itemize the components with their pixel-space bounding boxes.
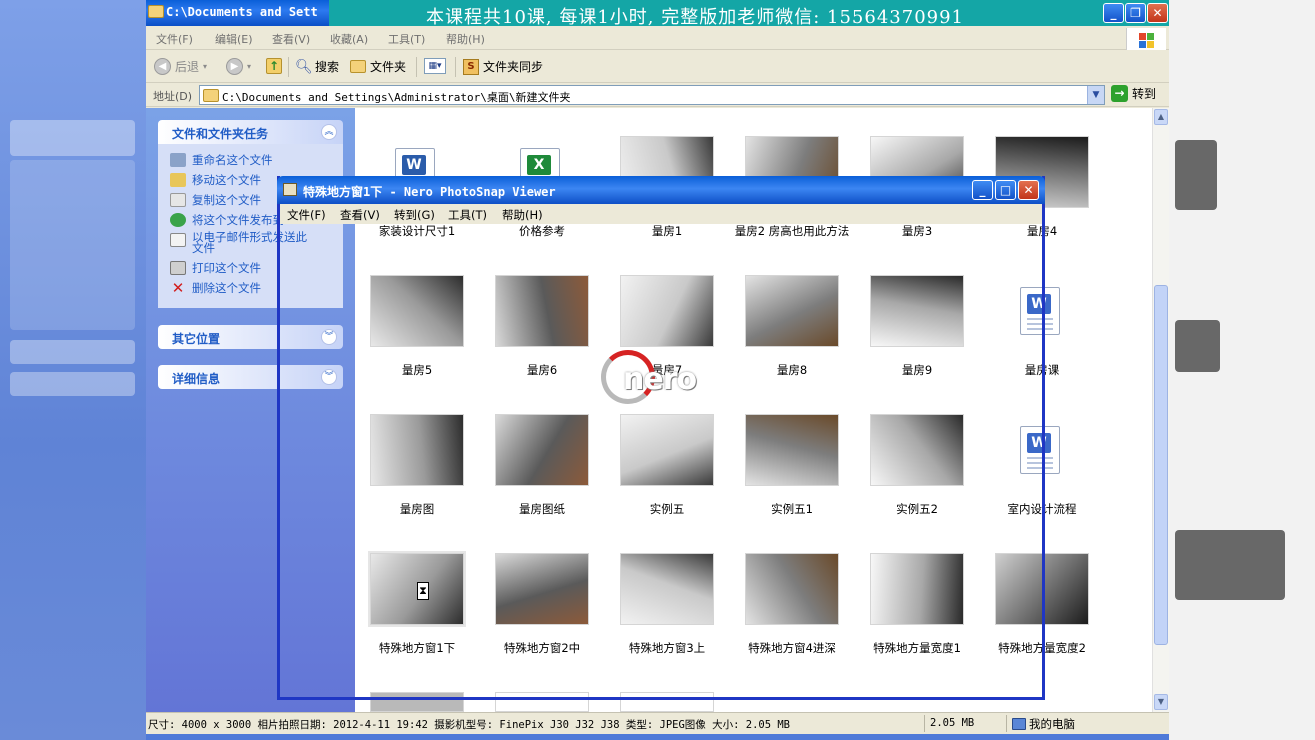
forward-arrow-icon: ▶ [226,58,243,75]
status-file-info: 尺寸: 4000 x 3000 相片拍照日期: 2012-4-11 19:42 … [148,719,791,731]
details-title: 详细信息 [172,372,221,386]
forward-button[interactable]: ▶ ▾ [226,58,251,75]
scroll-thumb[interactable] [1154,285,1168,645]
desktop-right [1169,0,1315,740]
nero-logo: nero [601,350,711,414]
minimize-button[interactable]: _ [1103,3,1124,23]
views-icon: ▦▾ [424,58,446,74]
back-label: 后退 [175,60,200,74]
my-computer-icon [1012,718,1026,730]
file-tasks-header[interactable]: 文件和文件夹任务 ︽ [158,120,343,144]
views-button[interactable]: ▦▾ [424,58,446,74]
up-folder-icon: ↑ [266,58,282,74]
task-rename[interactable]: 重命名这个文件 [170,152,343,172]
desktop-left [0,0,146,740]
folder-icon [148,5,164,18]
search-label: 搜索 [315,60,340,74]
vertical-scrollbar[interactable]: ▲ ▼ [1152,108,1169,712]
print-icon [170,261,186,275]
folder-sync-button[interactable]: S 文件夹同步 [463,58,543,75]
back-button[interactable]: ◀ 后退 ▾ [154,58,207,75]
bottom-strip [146,734,1169,740]
restore-button[interactable]: ❐ [1125,3,1146,23]
folders-button[interactable]: 文件夹 [350,58,406,75]
up-folder-button[interactable]: ↑ [266,58,282,74]
rename-icon [170,153,186,167]
globe-icon [170,213,186,227]
scroll-up-icon[interactable]: ▲ [1154,109,1168,125]
nero-titlebar[interactable]: 特殊地方窗1下 - Nero PhotoSnap Viewer _ □ ✕ [277,176,1045,204]
address-input[interactable]: C:\Documents and Settings\Administrator\… [199,85,1105,105]
nero-maximize-button[interactable]: □ [995,180,1016,200]
photosnap-icon [283,183,297,196]
menu-tools[interactable]: 工具(T) [388,31,425,47]
nero-title: 特殊地方窗1下 - Nero PhotoSnap Viewer [303,185,556,199]
go-button[interactable]: → 转到 [1111,85,1156,102]
task-label: 重命名这个文件 [192,153,273,167]
status-bar: 尺寸: 4000 x 3000 相片拍照日期: 2012-4-11 19:42 … [146,712,1169,734]
nero-logo-word: nero [623,362,697,397]
copy-icon [170,193,186,207]
sync-label: 文件夹同步 [483,60,544,74]
address-dropdown-icon[interactable]: ▼ [1087,86,1104,104]
go-label: 转到 [1132,87,1157,101]
menu-edit[interactable]: 编辑(E) [215,31,253,47]
menu-favorites[interactable]: 收藏(A) [330,31,368,47]
task-label: 复制这个文件 [192,193,261,207]
nero-minimize-button[interactable]: _ [972,180,993,200]
task-label: 删除这个文件 [192,281,261,295]
address-value: C:\Documents and Settings\Administrator\… [222,91,571,104]
nero-viewer-window: 特殊地方窗1下 - Nero PhotoSnap Viewer _ □ ✕ 文件… [277,176,1045,700]
collapse-icon[interactable]: ︽ [321,124,337,140]
menu-file[interactable]: 文件(F) [156,31,193,47]
search-button[interactable]: 🔍︎ 搜索 [295,58,339,75]
nero-close-button[interactable]: ✕ [1018,180,1039,200]
address-bar: 地址(D) C:\Documents and Settings\Administ… [146,84,1169,107]
nero-menu-view[interactable]: 查看(V) [340,207,380,223]
windows-logo [1126,28,1166,50]
folders-icon [350,60,366,73]
nero-menubar: 文件(F) 查看(V) 转到(G) 工具(T) 帮助(H) [280,204,1042,224]
menu-view[interactable]: 查看(V) [272,31,310,47]
address-label: 地址(D) [153,90,193,103]
menu-help[interactable]: 帮助(H) [446,31,485,47]
nero-menu-file[interactable]: 文件(F) [287,207,326,223]
delete-icon: ✕ [171,279,185,297]
nero-menu-help[interactable]: 帮助(H) [502,207,543,223]
explorer-title: C:\Documents and Sett [166,5,318,19]
scroll-down-icon[interactable]: ▼ [1154,694,1168,710]
folders-label: 文件夹 [370,60,407,74]
task-label: 打印这个文件 [192,261,261,275]
back-arrow-icon: ◀ [154,58,171,75]
other-places-title: 其它位置 [172,332,221,346]
nero-menu-goto[interactable]: 转到(G) [394,207,435,223]
course-banner: 本课程共10课, 每课1小时, 完整版加老师微信: 15564370991 [329,0,1169,28]
task-label: 移动这个文件 [192,173,261,187]
explorer-menubar: 文件(F) 编辑(E) 查看(V) 收藏(A) 工具(T) 帮助(H) [146,26,1169,50]
status-location: 我的电脑 [1012,716,1075,732]
sync-icon: S [463,58,479,75]
hourglass-cursor-icon: ⧗ [417,582,429,600]
email-icon [170,233,186,247]
status-location-label: 我的电脑 [1029,717,1075,731]
search-icon: 🔍︎ [295,58,313,75]
address-folder-icon [203,89,219,102]
explorer-titlebar[interactable]: C:\Documents and Sett 本课程共10课, 每课1小时, 完整… [146,0,1169,28]
close-button[interactable]: ✕ [1147,3,1168,23]
status-size: 2.05 MB [930,717,975,729]
file-tasks-title: 文件和文件夹任务 [172,127,269,141]
nero-menu-tools[interactable]: 工具(T) [448,207,487,223]
go-arrow-icon: → [1111,85,1128,102]
explorer-toolbar: ◀ 后退 ▾ ▶ ▾ ↑ 🔍︎ 搜索 文件夹 ▦▾ S 文件夹同步 [146,51,1169,83]
move-icon [170,173,186,187]
